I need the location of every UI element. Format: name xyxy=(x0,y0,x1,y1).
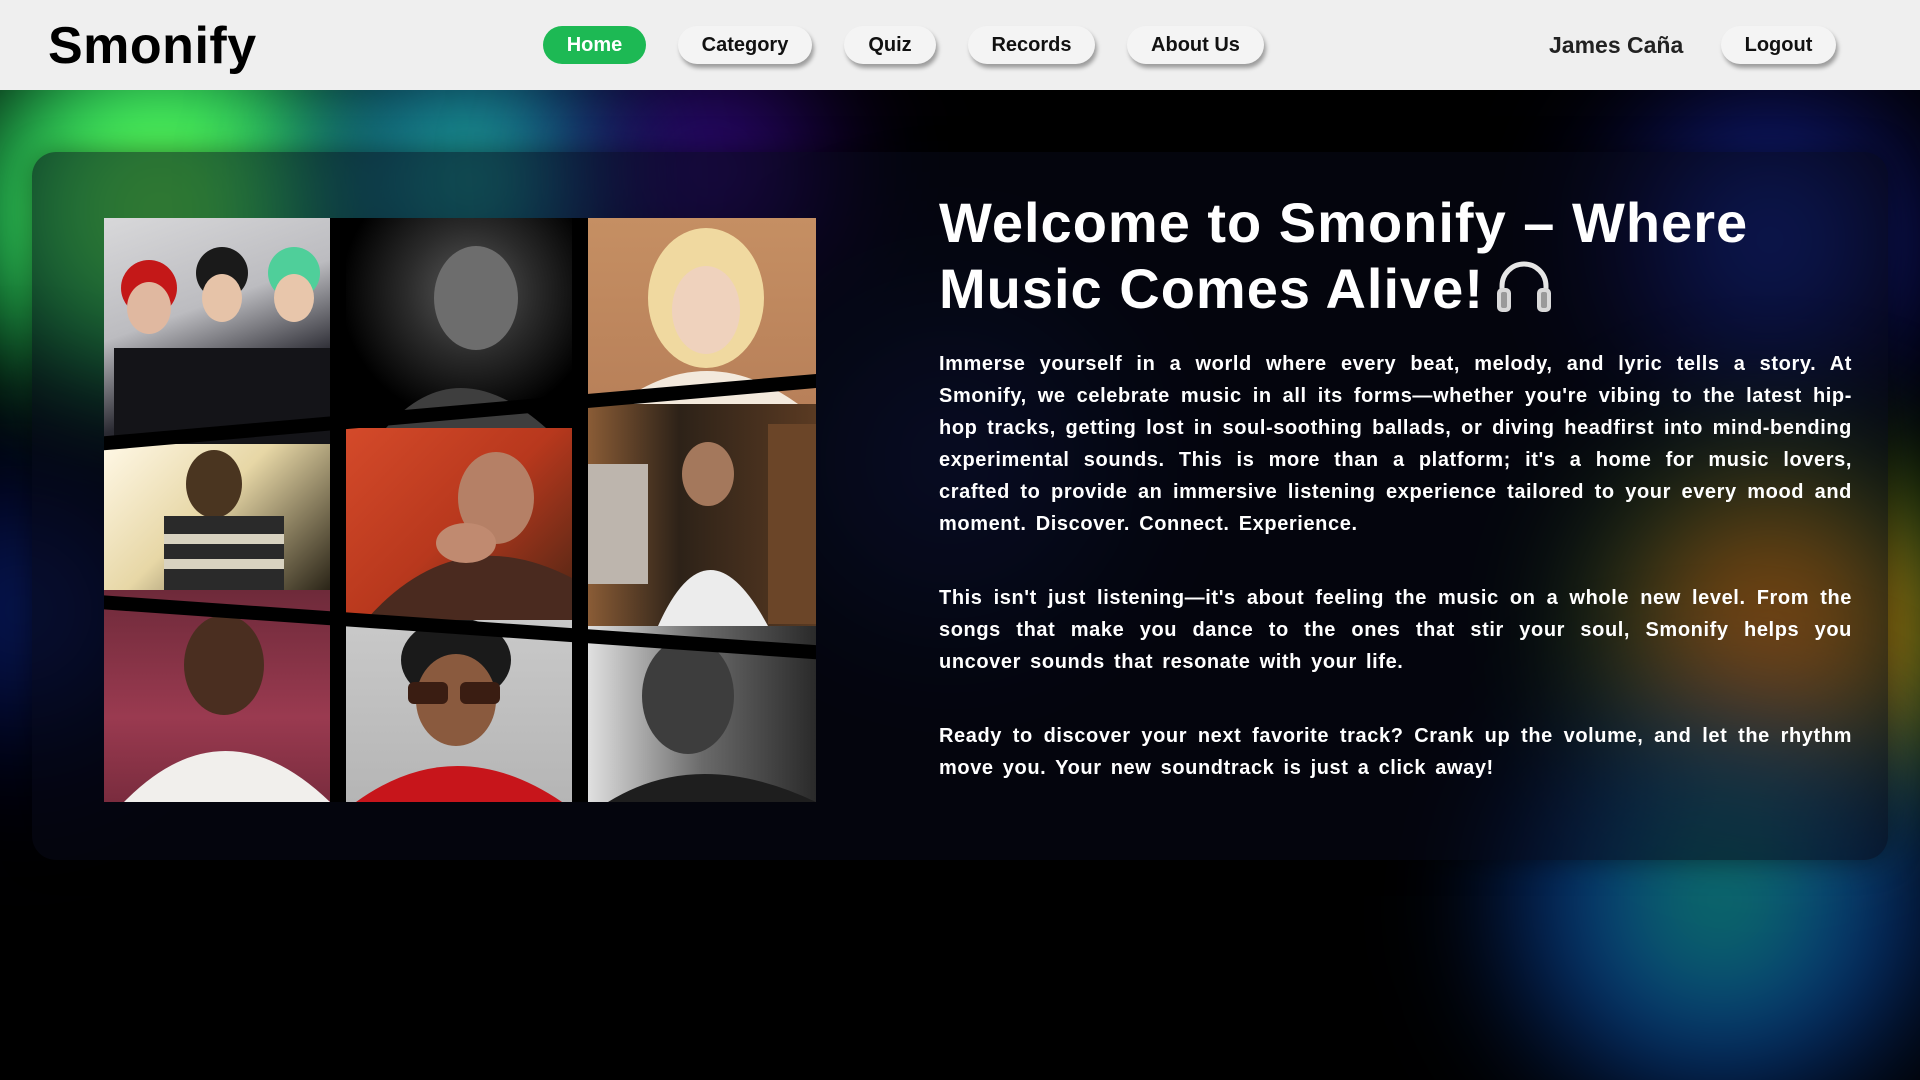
nav-records-button[interactable]: Records xyxy=(968,26,1095,64)
artist-photo-red-background xyxy=(346,428,572,620)
hero-title: Welcome to Smonify – Where Music Comes A… xyxy=(939,190,1852,328)
nav-quiz-button[interactable]: Quiz xyxy=(844,26,936,64)
collage-divider xyxy=(572,218,588,802)
artist-photo-striped-shirt xyxy=(104,444,330,590)
nav-home-button[interactable]: Home xyxy=(543,26,646,64)
artist-collage xyxy=(104,218,816,802)
nav-about-us-button[interactable]: About Us xyxy=(1127,26,1264,64)
hero-content: Welcome to Smonify – Where Music Comes A… xyxy=(939,190,1852,784)
brand-logo[interactable]: Smonify xyxy=(48,16,257,76)
nav-category-button[interactable]: Category xyxy=(678,26,812,64)
hero-title-text: Welcome to Smonify – Where Music Comes A… xyxy=(939,191,1749,320)
hero-paragraph-intro: Immerse yourself in a world where every … xyxy=(939,353,1852,536)
hero-paragraph-feeling: This isn't just listening—it's about fee… xyxy=(939,587,1852,674)
top-navbar: Smonify Home Category Quiz Records About… xyxy=(0,0,1920,90)
artist-photo-street-white-tee xyxy=(588,404,816,626)
artist-photo-group-trio xyxy=(104,218,330,444)
hero-paragraph-cta: Ready to discover your next favorite tra… xyxy=(939,725,1852,780)
user-name: James Caña xyxy=(1549,32,1684,58)
artist-photo-bw-portrait xyxy=(346,218,572,428)
logout-button[interactable]: Logout xyxy=(1721,26,1836,64)
collage-divider xyxy=(330,218,346,802)
headphones-icon xyxy=(1494,258,1554,328)
artist-photo-sunglasses-red-jacket xyxy=(346,620,572,802)
